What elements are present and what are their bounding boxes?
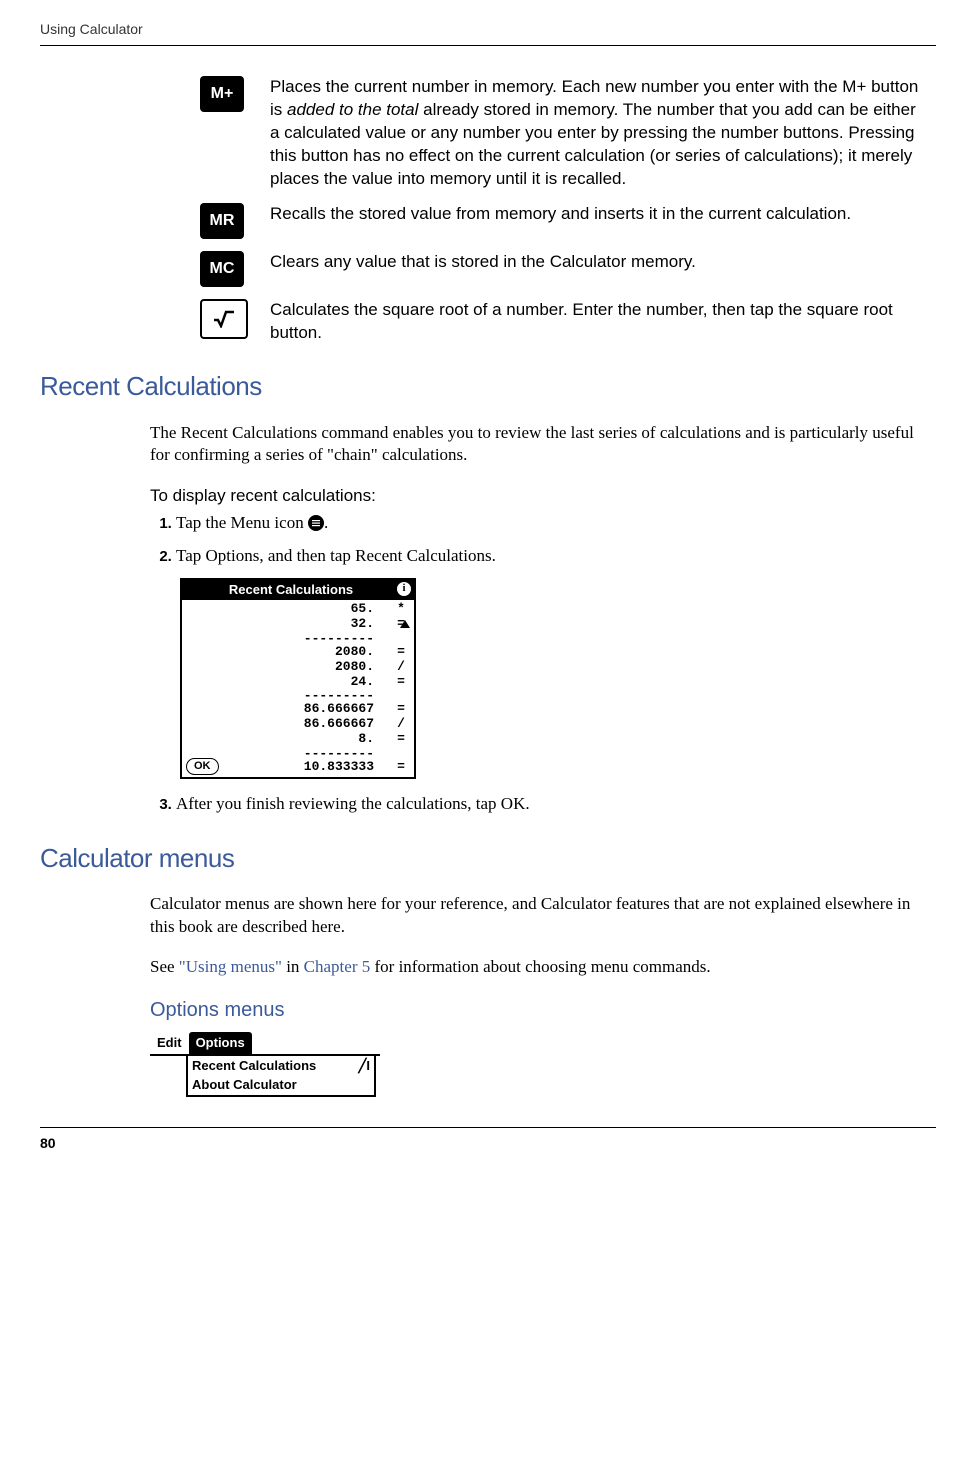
mplus-desc-italic: added to the total <box>287 100 418 119</box>
page-number: 80 <box>40 1134 936 1153</box>
sqrt-icon <box>200 299 248 339</box>
step-1-end: . <box>324 513 328 532</box>
button-descriptions: M+ Places the current number in memory. … <box>200 76 926 345</box>
recent-screen-body: 65.*32.=---------2080.=2080./24.=-------… <box>182 600 414 777</box>
task-title-display-recent: To display recent calculations: <box>150 485 936 508</box>
recent-calculations-screenshot: Recent Calculations i 65.*32.=---------2… <box>180 578 416 779</box>
step-3: After you finish reviewing the calculati… <box>176 793 936 816</box>
recent-screen-title: Recent Calculations <box>182 580 414 600</box>
link-using-menus[interactable]: "Using menus" <box>179 957 282 976</box>
menubar: Edit Options <box>150 1032 380 1056</box>
footer-rule <box>40 1127 936 1128</box>
rc-row: 2080.= <box>188 645 408 660</box>
rc-row: 86.666667/ <box>188 717 408 732</box>
mc-description: Clears any value that is stored in the C… <box>270 251 926 274</box>
options-dropdown: Recent Calculations ╱I About Calculator <box>186 1056 376 1097</box>
mc-icon: MC <box>200 251 244 287</box>
rc-row: 2080./ <box>188 660 408 675</box>
rc-row: 32.= <box>188 617 408 632</box>
heading-calculator-menus: Calculator menus <box>40 841 936 876</box>
ok-button[interactable]: OK <box>186 758 219 775</box>
rc-row: 10.833333= <box>188 760 408 775</box>
mr-icon: MR <box>200 203 244 239</box>
step-1: Tap the Menu icon . <box>176 512 936 535</box>
tab-options[interactable]: Options <box>189 1032 252 1054</box>
mplus-description: Places the current number in memory. Eac… <box>270 76 926 191</box>
header-rule <box>40 45 936 46</box>
rc-row: 8.= <box>188 732 408 747</box>
row-mr: MR Recalls the stored value from memory … <box>200 203 926 239</box>
row-mplus: M+ Places the current number in memory. … <box>200 76 926 191</box>
subheading-options-menus: Options menus <box>150 997 936 1024</box>
running-header: Using Calculator <box>40 20 936 39</box>
row-mc: MC Clears any value that is stored in th… <box>200 251 926 287</box>
rc-row: 65.* <box>188 602 408 617</box>
menu-icon <box>308 515 324 531</box>
row-sqrt: Calculates the square root of a number. … <box>200 299 926 345</box>
mplus-icon: M+ <box>200 76 244 112</box>
menu-item-recent-calculations[interactable]: Recent Calculations ╱I <box>188 1056 374 1076</box>
calculator-menus-see: See "Using menus" in Chapter 5 for infor… <box>150 956 926 979</box>
link-chapter-5[interactable]: Chapter 5 <box>304 957 371 976</box>
heading-recent-calculations: Recent Calculations <box>40 369 936 404</box>
steps-list-cont: After you finish reviewing the calculati… <box>150 793 936 816</box>
tab-edit[interactable]: Edit <box>150 1032 189 1054</box>
rc-separator: --------- <box>188 689 408 702</box>
step-1-text: Tap the Menu icon <box>176 513 308 532</box>
options-menu-screenshot: Edit Options Recent Calculations ╱I Abou… <box>150 1032 380 1097</box>
rc-row: 86.666667= <box>188 702 408 717</box>
menu-item-about-calculator[interactable]: About Calculator <box>188 1075 374 1095</box>
calculator-menus-intro: Calculator menus are shown here for your… <box>150 893 926 939</box>
rc-separator: --------- <box>188 747 408 760</box>
step-2: Tap Options, and then tap Recent Calcula… <box>176 545 936 568</box>
rc-row: 24.= <box>188 675 408 690</box>
mr-description: Recalls the stored value from memory and… <box>270 203 926 226</box>
rc-separator: --------- <box>188 632 408 645</box>
steps-list: Tap the Menu icon . Tap Options, and the… <box>150 512 936 568</box>
sqrt-description: Calculates the square root of a number. … <box>270 299 926 345</box>
recent-calculations-intro: The Recent Calculations command enables … <box>150 422 926 468</box>
scroll-arrows <box>399 620 411 628</box>
